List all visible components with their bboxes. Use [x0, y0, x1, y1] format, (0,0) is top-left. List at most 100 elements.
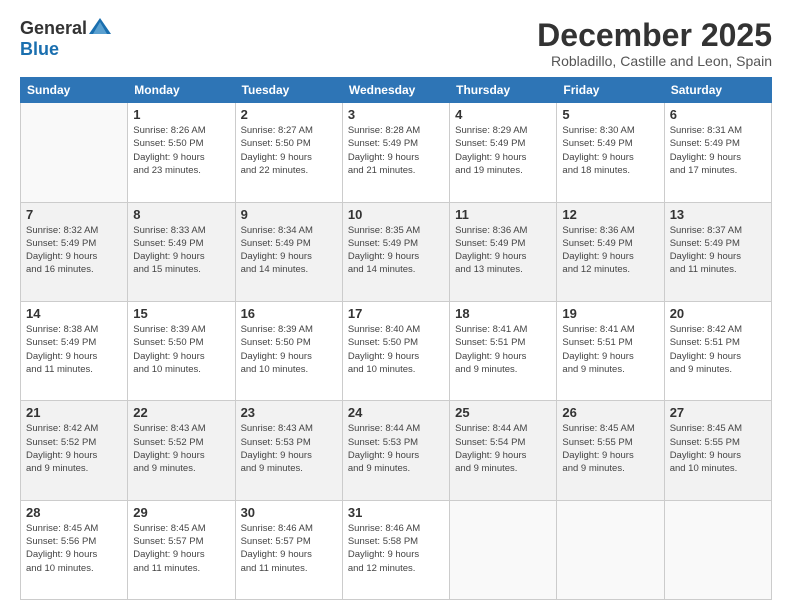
col-saturday: Saturday	[664, 78, 771, 103]
table-row: 17Sunrise: 8:40 AM Sunset: 5:50 PM Dayli…	[342, 301, 449, 400]
table-row	[21, 103, 128, 202]
col-friday: Friday	[557, 78, 664, 103]
day-info: Sunrise: 8:45 AM Sunset: 5:56 PM Dayligh…	[26, 522, 122, 575]
calendar-week-row: 21Sunrise: 8:42 AM Sunset: 5:52 PM Dayli…	[21, 401, 772, 500]
calendar-week-row: 7Sunrise: 8:32 AM Sunset: 5:49 PM Daylig…	[21, 202, 772, 301]
table-row: 14 Sunrise: 8:38 AM Sunset: 5:49 PM Dayli…	[21, 301, 128, 400]
table-row: 27 Sunrise: 8:45 AM Sunset: 5:55 PM Dayli…	[664, 401, 771, 500]
day-number: 17	[348, 306, 444, 321]
day-info: Sunrise: 8:45 AM Sunset: 5:55 PM Dayligh…	[562, 422, 658, 475]
calendar-week-row: 28 Sunrise: 8:45 AM Sunset: 5:56 PM Dayli…	[21, 500, 772, 599]
day-info: Sunrise: 8:46 AM Sunset: 5:58 PM Dayligh…	[348, 522, 444, 575]
day-number: 26	[562, 405, 658, 420]
table-row: 6 Sunrise: 8:31 AM Sunset: 5:49 PM Daylig…	[664, 103, 771, 202]
day-info: Sunrise: 8:30 AM Sunset: 5:49 PM Dayligh…	[562, 124, 658, 177]
day-number: 7	[26, 207, 122, 222]
day-number: 2	[241, 107, 337, 122]
table-row: 24 Sunrise: 8:44 AM Sunset: 5:53 PM Dayli…	[342, 401, 449, 500]
table-row: 16 Sunrise: 8:39 AM Sunset: 5:50 PM Dayli…	[235, 301, 342, 400]
day-number: 15	[133, 306, 229, 321]
day-number: 5	[562, 107, 658, 122]
day-number: 1	[133, 107, 229, 122]
table-row: 5 Sunrise: 8:30 AM Sunset: 5:49 PM Daylig…	[557, 103, 664, 202]
day-info: Sunrise: 8:43 AM Sunset: 5:52 PM Dayligh…	[133, 422, 229, 475]
calendar-header-row: Sunday Monday Tuesday Wednesday Thursday…	[21, 78, 772, 103]
day-number: 31	[348, 505, 444, 520]
day-number: 30	[241, 505, 337, 520]
day-info: Sunrise: 8:42 AM Sunset: 5:51 PM Dayligh…	[670, 323, 766, 376]
logo: General Blue	[20, 18, 111, 60]
col-wednesday: Wednesday	[342, 78, 449, 103]
table-row: 7Sunrise: 8:32 AM Sunset: 5:49 PM Daylig…	[21, 202, 128, 301]
day-number: 11	[455, 207, 551, 222]
page: General Blue December 2025 Robladillo, C…	[0, 0, 792, 612]
day-info: Sunrise: 8:43 AM Sunset: 5:53 PM Dayligh…	[241, 422, 337, 475]
day-number: 24	[348, 405, 444, 420]
day-info: Sunrise: 8:45 AM Sunset: 5:57 PM Dayligh…	[133, 522, 229, 575]
table-row: 11Sunrise: 8:36 AM Sunset: 5:49 PM Dayli…	[450, 202, 557, 301]
table-row	[664, 500, 771, 599]
day-info: Sunrise: 8:45 AM Sunset: 5:55 PM Dayligh…	[670, 422, 766, 475]
day-number: 10	[348, 207, 444, 222]
day-info: Sunrise: 8:41 AM Sunset: 5:51 PM Dayligh…	[455, 323, 551, 376]
day-info: Sunrise: 8:27 AM Sunset: 5:50 PM Dayligh…	[241, 124, 337, 177]
table-row: 29 Sunrise: 8:45 AM Sunset: 5:57 PM Dayli…	[128, 500, 235, 599]
day-info: Sunrise: 8:44 AM Sunset: 5:53 PM Dayligh…	[348, 422, 444, 475]
day-number: 12	[562, 207, 658, 222]
table-row: 1Sunrise: 8:26 AM Sunset: 5:50 PM Daylig…	[128, 103, 235, 202]
day-number: 3	[348, 107, 444, 122]
calendar-week-row: 14 Sunrise: 8:38 AM Sunset: 5:49 PM Dayli…	[21, 301, 772, 400]
table-row: 9 Sunrise: 8:34 AM Sunset: 5:49 PM Daylig…	[235, 202, 342, 301]
table-row: 20 Sunrise: 8:42 AM Sunset: 5:51 PM Dayli…	[664, 301, 771, 400]
table-row: 3 Sunrise: 8:28 AM Sunset: 5:49 PM Daylig…	[342, 103, 449, 202]
table-row: 23 Sunrise: 8:43 AM Sunset: 5:53 PM Dayli…	[235, 401, 342, 500]
col-monday: Monday	[128, 78, 235, 103]
day-info: Sunrise: 8:28 AM Sunset: 5:49 PM Dayligh…	[348, 124, 444, 177]
col-sunday: Sunday	[21, 78, 128, 103]
table-row: 13Sunrise: 8:37 AM Sunset: 5:49 PM Dayli…	[664, 202, 771, 301]
day-info: Sunrise: 8:31 AM Sunset: 5:49 PM Dayligh…	[670, 124, 766, 177]
day-number: 14	[26, 306, 122, 321]
calendar-table: Sunday Monday Tuesday Wednesday Thursday…	[20, 77, 772, 600]
table-row: 15 Sunrise: 8:39 AM Sunset: 5:50 PM Dayli…	[128, 301, 235, 400]
day-number: 16	[241, 306, 337, 321]
day-info: Sunrise: 8:35 AM Sunset: 5:49 PM Dayligh…	[348, 224, 444, 277]
table-row: 10 Sunrise: 8:35 AM Sunset: 5:49 PM Dayli…	[342, 202, 449, 301]
day-number: 29	[133, 505, 229, 520]
header: General Blue December 2025 Robladillo, C…	[20, 18, 772, 69]
logo-general-text: General	[20, 18, 87, 39]
day-number: 28	[26, 505, 122, 520]
col-tuesday: Tuesday	[235, 78, 342, 103]
day-info: Sunrise: 8:33 AM Sunset: 5:49 PM Dayligh…	[133, 224, 229, 277]
day-number: 6	[670, 107, 766, 122]
day-number: 20	[670, 306, 766, 321]
day-info: Sunrise: 8:29 AM Sunset: 5:49 PM Dayligh…	[455, 124, 551, 177]
day-info: Sunrise: 8:38 AM Sunset: 5:49 PM Dayligh…	[26, 323, 122, 376]
day-info: Sunrise: 8:46 AM Sunset: 5:57 PM Dayligh…	[241, 522, 337, 575]
day-number: 19	[562, 306, 658, 321]
calendar-body: 1Sunrise: 8:26 AM Sunset: 5:50 PM Daylig…	[21, 103, 772, 600]
table-row: 31 Sunrise: 8:46 AM Sunset: 5:58 PM Dayli…	[342, 500, 449, 599]
day-number: 8	[133, 207, 229, 222]
col-thursday: Thursday	[450, 78, 557, 103]
day-info: Sunrise: 8:44 AM Sunset: 5:54 PM Dayligh…	[455, 422, 551, 475]
table-row: 21Sunrise: 8:42 AM Sunset: 5:52 PM Dayli…	[21, 401, 128, 500]
day-info: Sunrise: 8:39 AM Sunset: 5:50 PM Dayligh…	[241, 323, 337, 376]
table-row: 4 Sunrise: 8:29 AM Sunset: 5:49 PM Daylig…	[450, 103, 557, 202]
location-subtitle: Robladillo, Castille and Leon, Spain	[537, 53, 772, 69]
table-row: 30 Sunrise: 8:46 AM Sunset: 5:57 PM Dayli…	[235, 500, 342, 599]
logo-icon	[89, 18, 111, 34]
day-number: 9	[241, 207, 337, 222]
table-row: 2 Sunrise: 8:27 AM Sunset: 5:50 PM Daylig…	[235, 103, 342, 202]
day-info: Sunrise: 8:39 AM Sunset: 5:50 PM Dayligh…	[133, 323, 229, 376]
day-info: Sunrise: 8:34 AM Sunset: 5:49 PM Dayligh…	[241, 224, 337, 277]
day-info: Sunrise: 8:42 AM Sunset: 5:52 PM Dayligh…	[26, 422, 122, 475]
day-number: 4	[455, 107, 551, 122]
day-info: Sunrise: 8:41 AM Sunset: 5:51 PM Dayligh…	[562, 323, 658, 376]
table-row	[557, 500, 664, 599]
day-number: 23	[241, 405, 337, 420]
table-row	[450, 500, 557, 599]
day-number: 18	[455, 306, 551, 321]
day-number: 27	[670, 405, 766, 420]
day-number: 25	[455, 405, 551, 420]
